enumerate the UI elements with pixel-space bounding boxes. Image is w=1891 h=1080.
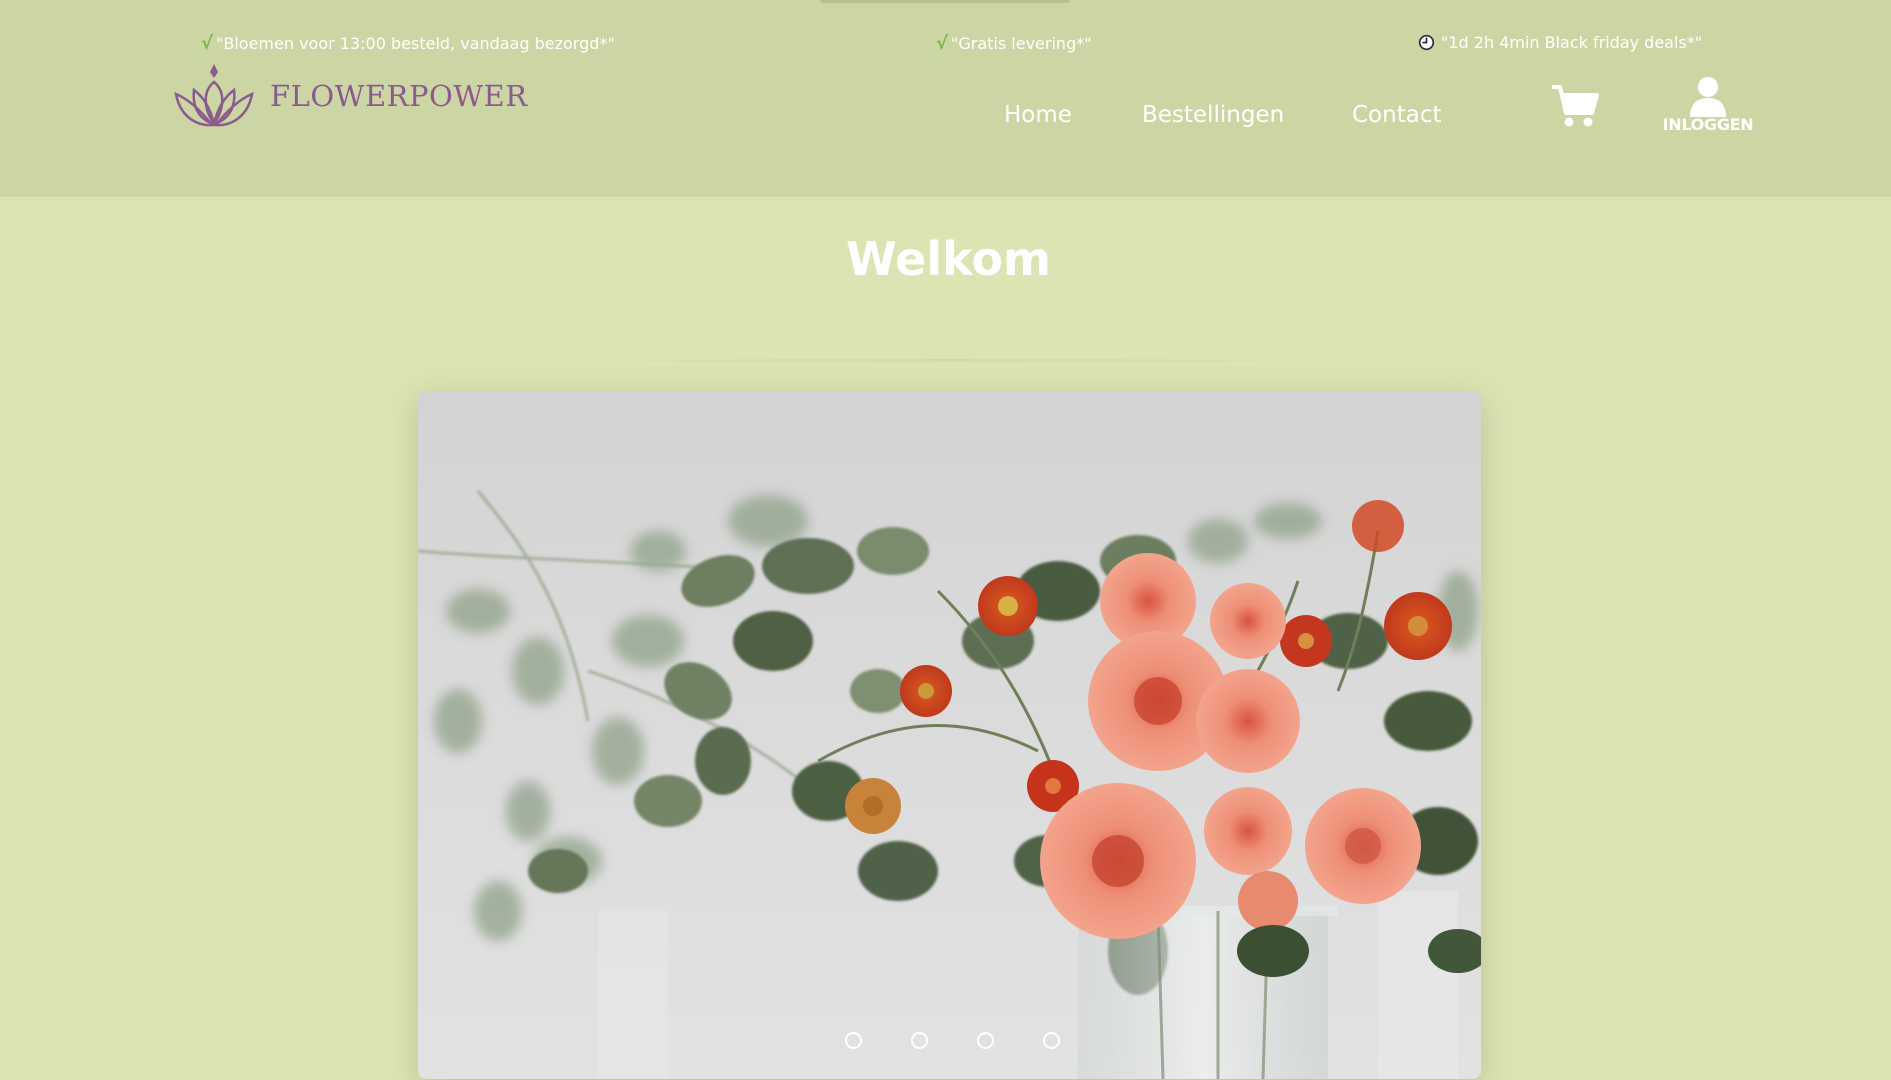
page-title: Welkom [846, 232, 1051, 286]
usp-text: "Gratis levering*" [951, 34, 1092, 53]
title-divider [520, 359, 1380, 362]
carousel-dots [418, 1032, 1481, 1049]
site-header: √ "Bloemen voor 13:00 besteld, vandaag b… [0, 0, 1891, 197]
check-icon: √ [201, 33, 214, 54]
image-carousel[interactable] [418, 391, 1481, 1079]
usp-text: "Bloemen voor 13:00 besteld, vandaag bez… [216, 34, 615, 53]
shopping-cart-icon[interactable] [1550, 83, 1600, 129]
carousel-slide-image [418, 490, 1481, 1079]
carousel-dot-4[interactable] [1042, 1032, 1060, 1049]
lotus-logo-icon [174, 64, 254, 127]
login-label: INLOGGEN [1662, 115, 1754, 134]
nav-orders[interactable]: Bestellingen [1142, 102, 1284, 128]
logo-text: FLOWERPOWER [270, 79, 528, 113]
header-notch [820, 0, 1070, 3]
check-icon: √ [936, 33, 949, 54]
carousel-dot-1[interactable] [844, 1032, 862, 1049]
usp-free-delivery: √ "Gratis levering*" [936, 33, 1092, 54]
site-logo[interactable]: FLOWERPOWER [174, 62, 528, 130]
nav-home[interactable]: Home [1004, 102, 1072, 128]
nav-contact[interactable]: Contact [1352, 102, 1441, 128]
usp-text: "1d 2h 4min Black friday deals*" [1441, 33, 1703, 52]
carousel-dot-3[interactable] [976, 1032, 994, 1049]
usp-same-day: √ "Bloemen voor 13:00 besteld, vandaag b… [201, 33, 615, 54]
usp-black-friday: "1d 2h 4min Black friday deals*" [1418, 33, 1702, 52]
login-button[interactable]: INLOGGEN [1660, 75, 1756, 134]
user-icon [1690, 77, 1726, 117]
clock-icon [1418, 34, 1435, 51]
carousel-dot-2[interactable] [910, 1032, 928, 1049]
